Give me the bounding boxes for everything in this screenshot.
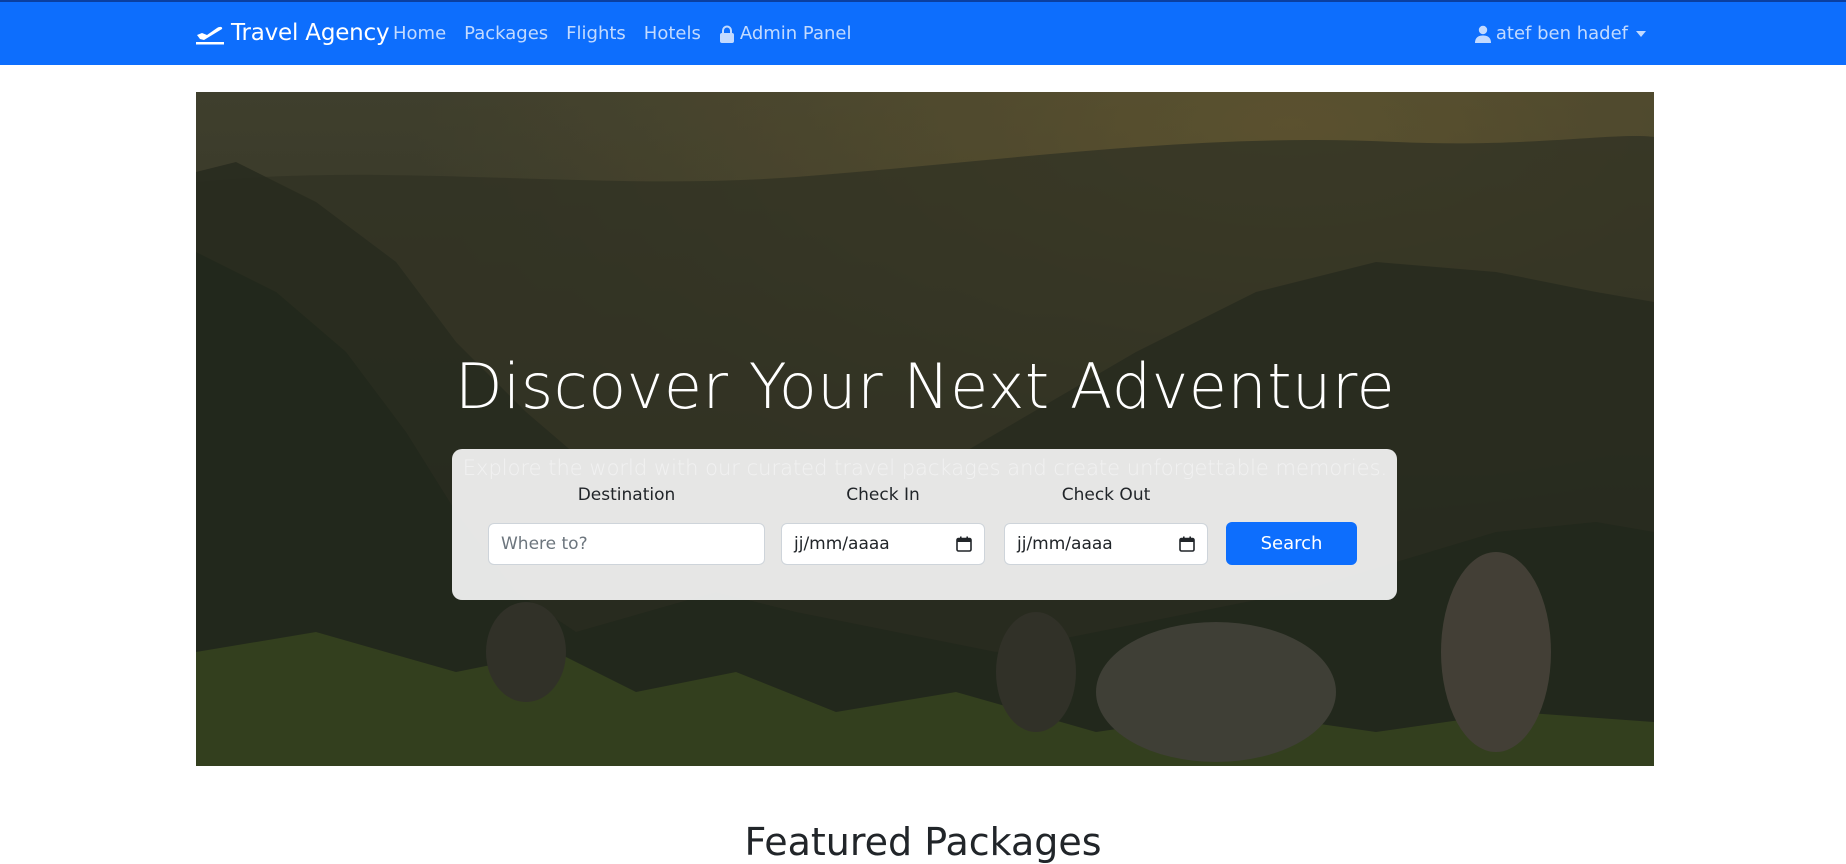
hero-title: Discover Your Next Adventure <box>454 350 1396 423</box>
plane-icon <box>196 26 224 45</box>
nav-hotels[interactable]: Hotels <box>644 23 701 44</box>
brand-label: Travel Agency <box>231 20 390 46</box>
nav-home[interactable]: Home <box>393 23 446 44</box>
navbar: Travel Agency Home Packages Flights Hote… <box>0 0 1846 65</box>
lock-icon <box>719 25 734 43</box>
caret-down-icon <box>1636 30 1646 37</box>
calendar-icon[interactable] <box>956 536 972 552</box>
brand-link[interactable]: Travel Agency <box>195 20 390 46</box>
calendar-icon[interactable] <box>1179 536 1195 552</box>
user-name: atef ben hadef <box>1495 23 1628 44</box>
checkin-label: Check In <box>846 485 920 505</box>
checkin-date-value: jj/mm/aaaa <box>794 534 890 554</box>
destination-label: Destination <box>577 485 676 505</box>
checkout-date-input[interactable]: jj/mm/aaaa <box>1004 523 1208 565</box>
nav-admin-panel[interactable]: Admin Panel <box>719 23 852 44</box>
search-button[interactable]: Search <box>1226 522 1357 565</box>
checkin-date-input[interactable]: jj/mm/aaaa <box>781 523 985 565</box>
checkout-date-value: jj/mm/aaaa <box>1017 534 1113 554</box>
checkin-field: Check In jj/mm/aaaa <box>781 485 985 565</box>
user-dropdown[interactable]: atef ben hadef <box>1474 23 1646 44</box>
user-icon <box>1474 25 1491 43</box>
search-form: Destination Check In jj/mm/aaaa Check Ou… <box>452 449 1397 600</box>
checkout-field: Check Out jj/mm/aaaa <box>1004 485 1208 565</box>
nav-links: Home Packages Flights Hotels Admin Panel <box>393 23 870 44</box>
hero-section: Discover Your Next Adventure Explore the… <box>196 92 1654 766</box>
nav-packages[interactable]: Packages <box>464 23 548 44</box>
featured-packages-title: Featured Packages <box>744 820 1102 864</box>
hero-background-image <box>196 92 1654 766</box>
destination-input[interactable] <box>488 523 765 565</box>
nav-admin-label: Admin Panel <box>739 23 852 44</box>
nav-flights[interactable]: Flights <box>566 23 626 44</box>
checkout-label: Check Out <box>1061 485 1151 505</box>
destination-field: Destination <box>488 485 765 565</box>
